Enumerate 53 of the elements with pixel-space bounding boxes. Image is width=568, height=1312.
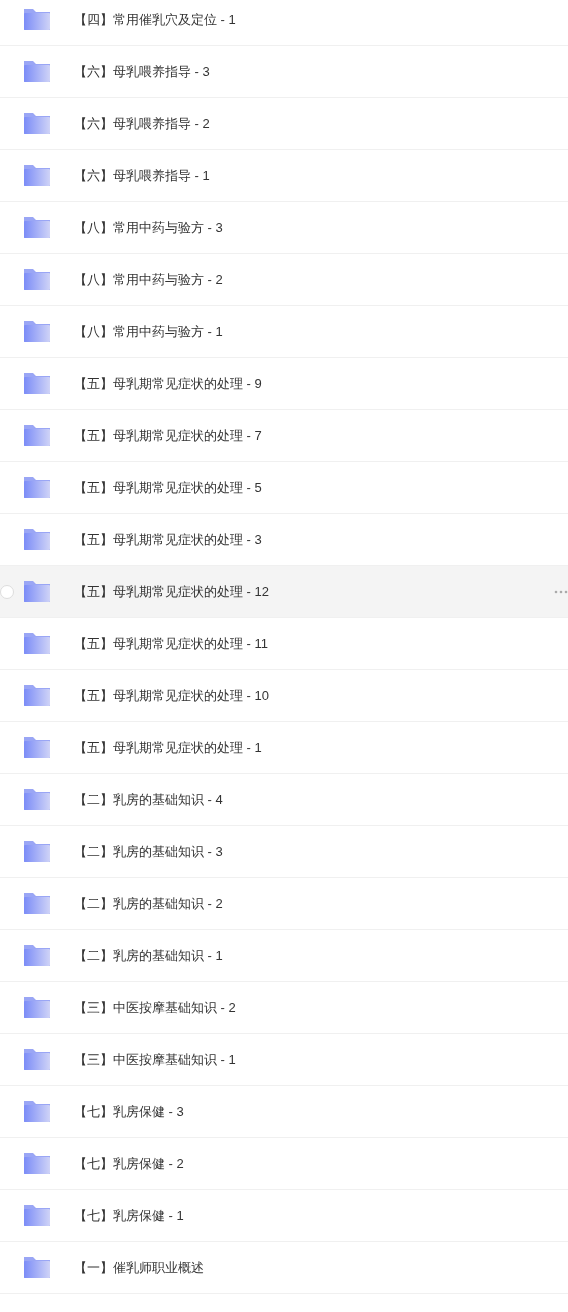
- folder-name[interactable]: 【五】母乳期常见症状的处理 - 5: [74, 477, 262, 498]
- folder-icon: [23, 320, 51, 343]
- folder-icon: [23, 528, 51, 551]
- folder-icon: [23, 736, 51, 759]
- folder-icon: [23, 1204, 51, 1227]
- folder-name[interactable]: 【五】母乳期常见症状的处理 - 1: [74, 737, 262, 758]
- folder-name[interactable]: 【七】乳房保健 - 1: [74, 1205, 184, 1226]
- more-icon[interactable]: [554, 590, 568, 594]
- folder-icon: [23, 8, 51, 31]
- folder-name[interactable]: 【五】母乳期常见症状的处理 - 12: [74, 581, 269, 602]
- folder-icon: [23, 788, 51, 811]
- folder-name[interactable]: 【五】母乳期常见症状的处理 - 10: [74, 685, 269, 706]
- folder-icon: [23, 216, 51, 239]
- folder-name[interactable]: 【六】母乳喂养指导 - 3: [74, 61, 210, 82]
- folder-name[interactable]: 【八】常用中药与验方 - 1: [74, 321, 223, 342]
- folder-name[interactable]: 【五】母乳期常见症状的处理 - 7: [74, 425, 262, 446]
- folder-name[interactable]: 【三】中医按摩基础知识 - 1: [74, 1049, 236, 1070]
- select-checkbox[interactable]: [0, 585, 14, 599]
- folder-name[interactable]: 【二】乳房的基础知识 - 2: [74, 893, 223, 914]
- folder-icon: [23, 424, 51, 447]
- folder-icon: [23, 996, 51, 1019]
- folder-name[interactable]: 【七】乳房保健 - 3: [74, 1101, 184, 1122]
- folder-icon: [23, 60, 51, 83]
- folder-icon: [23, 112, 51, 135]
- folder-icon: [23, 1152, 51, 1175]
- folder-name[interactable]: 【七】乳房保健 - 2: [74, 1153, 184, 1174]
- folder-icon: [23, 1048, 51, 1071]
- folder-name[interactable]: 【五】母乳期常见症状的处理 - 11: [74, 633, 269, 654]
- folder-icon: [23, 632, 51, 655]
- folder-icon: [23, 944, 51, 967]
- folder-icon: [23, 164, 51, 187]
- folder-icon: [23, 840, 51, 863]
- folder-name[interactable]: 【八】常用中药与验方 - 3: [74, 217, 223, 238]
- folder-name[interactable]: 【二】乳房的基础知识 - 4: [74, 789, 223, 810]
- folder-icon: [23, 476, 51, 499]
- folder-name[interactable]: 【二】乳房的基础知识 - 3: [74, 841, 223, 862]
- folder-row[interactable]: 【五】母乳期常见症状的处理 - 12: [0, 566, 568, 618]
- folder-name[interactable]: 【三】中医按摩基础知识 - 2: [74, 997, 236, 1018]
- folder-icon: [23, 1256, 51, 1279]
- folder-name[interactable]: 【五】母乳期常见症状的处理 - 9: [74, 373, 262, 394]
- folder-name[interactable]: 【二】乳房的基础知识 - 1: [74, 945, 223, 966]
- folder-icon: [23, 580, 51, 603]
- folder-name[interactable]: 【一】催乳师职业概述: [74, 1257, 204, 1278]
- folder-name[interactable]: 【六】母乳喂养指导 - 1: [74, 165, 210, 186]
- folder-name[interactable]: 【五】母乳期常见症状的处理 - 3: [74, 529, 262, 550]
- folder-icon: [23, 1100, 51, 1123]
- folder-icon: [23, 892, 51, 915]
- folder-icon: [23, 268, 51, 291]
- folder-name[interactable]: 【六】母乳喂养指导 - 2: [74, 113, 210, 134]
- folder-name[interactable]: 【八】常用中药与验方 - 2: [74, 269, 223, 290]
- folder-icon: [23, 372, 51, 395]
- folder-name[interactable]: 【四】常用催乳穴及定位 - 1: [74, 9, 236, 30]
- folder-icon: [23, 684, 51, 707]
